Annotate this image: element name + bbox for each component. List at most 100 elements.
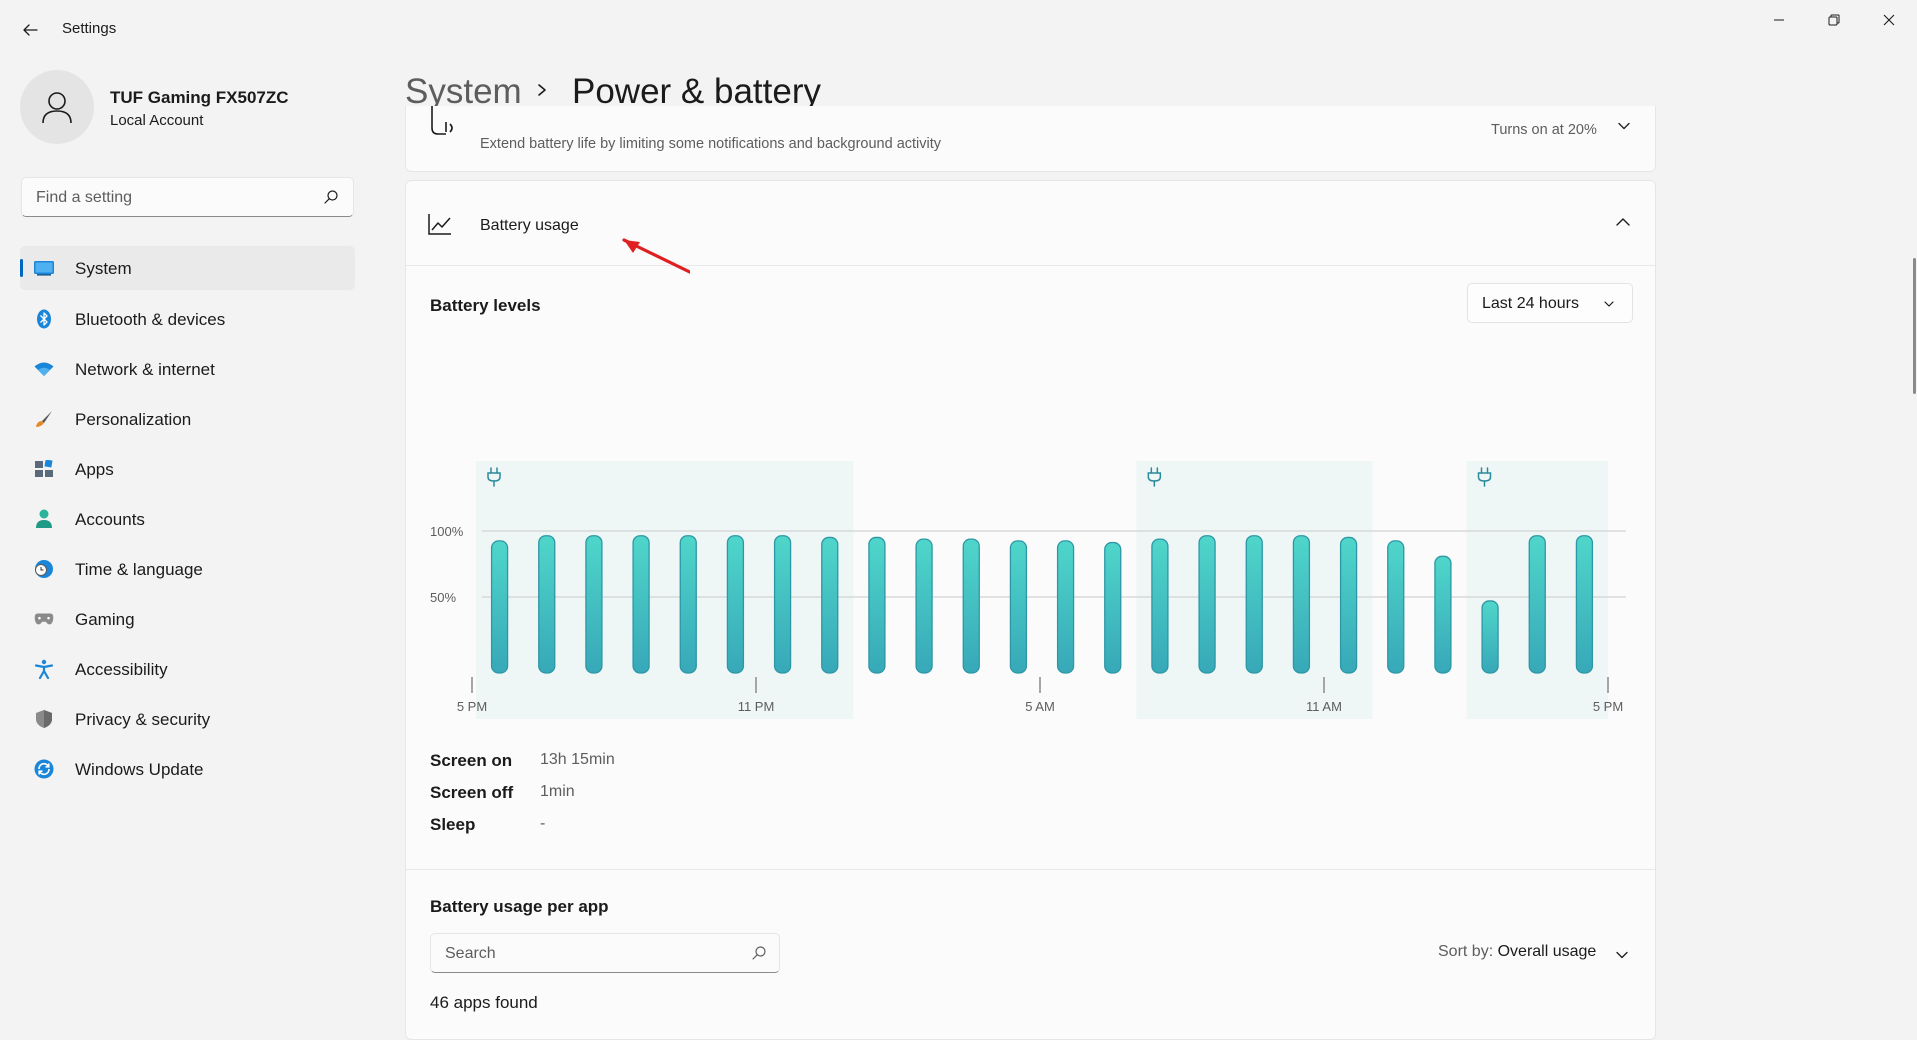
clock-globe-icon	[35, 560, 53, 578]
update-icon	[34, 759, 54, 779]
sidebar-item-time-language[interactable]: Time & language	[20, 547, 355, 591]
battery-saver-expand[interactable]	[1616, 118, 1632, 139]
battery-bar	[1339, 536, 1358, 674]
settings-search[interactable]	[21, 177, 354, 218]
battery-usage-title: Battery usage	[480, 217, 579, 234]
person-icon	[42, 92, 72, 124]
sort-dropdown[interactable]: Sort by: Overall usage	[1438, 943, 1596, 961]
sidebar-item-label: Gaming	[75, 610, 135, 629]
sort-chevron[interactable]	[1614, 947, 1630, 968]
system-icon	[34, 261, 54, 276]
gamepad-icon	[34, 613, 54, 625]
battery-bar	[490, 540, 509, 674]
sidebar-item-bluetooth[interactable]: Bluetooth & devices	[20, 297, 355, 341]
search-icon	[752, 946, 766, 960]
battery-bar	[1245, 535, 1263, 674]
sidebar-item-system[interactable]: System	[20, 246, 355, 290]
accessibility-icon	[34, 659, 54, 679]
back-button[interactable]	[14, 14, 46, 46]
battery-bar	[962, 538, 980, 674]
minimize-button[interactable]	[1751, 0, 1807, 40]
profile-account-type: Local Account	[110, 112, 204, 129]
sidebar-item-accounts[interactable]: Accounts	[20, 497, 355, 541]
sidebar-item-network[interactable]: Network & internet	[20, 347, 355, 391]
stat-value-screen-on: 13h 15min	[540, 751, 615, 768]
apps-icon	[35, 460, 53, 477]
sidebar-item-label: Accounts	[75, 510, 145, 529]
avatar[interactable]	[20, 70, 94, 144]
app-title: Settings	[62, 20, 117, 37]
battery-bar	[1104, 541, 1122, 674]
battery-levels-title: Battery levels	[430, 296, 541, 315]
sidebar-item-privacy[interactable]: Privacy & security	[20, 697, 355, 741]
back-arrow-icon	[23, 24, 38, 36]
apps-found-count: 46 apps found	[430, 993, 538, 1012]
sidebar-item-apps[interactable]: Apps	[20, 447, 355, 491]
line-chart-icon	[428, 214, 451, 235]
per-app-title: Battery usage per app	[430, 897, 609, 916]
stat-value-sleep: -	[540, 815, 546, 832]
maximize-icon	[1828, 14, 1840, 26]
sort-value: Overall usage	[1497, 943, 1597, 960]
app-search[interactable]	[430, 933, 780, 974]
battery-saver-status: Turns on at 20%	[1491, 122, 1597, 138]
battery-saver-description: Extend battery life by limiting some not…	[480, 136, 942, 152]
chevron-up-icon	[1616, 218, 1630, 226]
x-tick-label: 11 PM	[738, 699, 775, 714]
battery-saver-icon	[431, 106, 453, 135]
sidebar-item-label: Bluetooth & devices	[75, 310, 226, 329]
sidebar-item-accessibility[interactable]: Accessibility	[20, 647, 355, 691]
battery-saver-card[interactable]: Extend battery life by limiting some not…	[405, 106, 1656, 172]
search-icon	[324, 190, 338, 204]
battery-bar	[1387, 540, 1405, 674]
battery-usage-card: Battery usage Battery levels Last 24 hou…	[405, 180, 1656, 1040]
battery-bar	[1009, 540, 1028, 674]
battery-bar	[1151, 538, 1169, 674]
settings-search-input[interactable]	[34, 178, 318, 218]
battery-bar	[773, 535, 792, 674]
x-tick-label: 11 AM	[1306, 699, 1342, 714]
y-tick-label: 100%	[430, 524, 464, 539]
annotation-arrow	[622, 238, 690, 274]
section-divider	[406, 869, 1655, 870]
x-tick-label: 5 AM	[1025, 699, 1055, 714]
sidebar-item-label: Apps	[75, 460, 114, 479]
chevron-down-icon	[1616, 951, 1628, 959]
battery-usage-header[interactable]: Battery usage	[406, 181, 1655, 266]
time-range-dropdown[interactable]: Last 24 hours	[1467, 283, 1633, 323]
sidebar-item-label: Time & language	[75, 560, 203, 579]
breadcrumb-separator	[535, 80, 549, 105]
sort-prefix: Sort by:	[1438, 943, 1494, 960]
close-icon	[1883, 14, 1895, 26]
sidebar-item-windows-update[interactable]: Windows Update	[20, 747, 355, 791]
brush-icon	[36, 411, 52, 427]
close-button[interactable]	[1861, 0, 1917, 40]
battery-bar	[585, 535, 603, 674]
battery-bar	[1481, 600, 1499, 674]
active-indicator	[20, 259, 23, 277]
battery-bar	[538, 535, 556, 674]
sidebar-item-label: Accessibility	[75, 660, 168, 679]
minimize-icon	[1774, 19, 1784, 21]
stat-value-screen-off: 1min	[540, 783, 575, 800]
battery-bar	[1528, 535, 1546, 674]
sidebar-item-label: Privacy & security	[75, 710, 211, 729]
sidebar-item-label: Windows Update	[75, 760, 204, 779]
shield-icon	[36, 710, 52, 728]
bluetooth-icon	[37, 309, 51, 329]
maximize-button[interactable]	[1806, 0, 1862, 40]
battery-bar	[1434, 555, 1452, 674]
battery-usage-collapse[interactable]	[1614, 213, 1632, 236]
sidebar-item-personalization[interactable]: Personalization	[20, 397, 355, 441]
chevron-right-icon	[538, 84, 546, 96]
x-tick-label: 5 PM	[457, 699, 487, 714]
sidebar-item-gaming[interactable]: Gaming	[20, 597, 355, 641]
app-search-input[interactable]	[443, 934, 747, 974]
scrollbar-thumb[interactable]	[1913, 258, 1916, 394]
sidebar-item-label: Network & internet	[75, 360, 215, 379]
accounts-icon	[36, 509, 52, 528]
chevron-down-icon	[1604, 301, 1614, 307]
battery-bar	[1198, 535, 1216, 674]
y-tick-label: 50%	[430, 590, 456, 605]
x-tick-label: 5 PM	[1593, 699, 1623, 714]
